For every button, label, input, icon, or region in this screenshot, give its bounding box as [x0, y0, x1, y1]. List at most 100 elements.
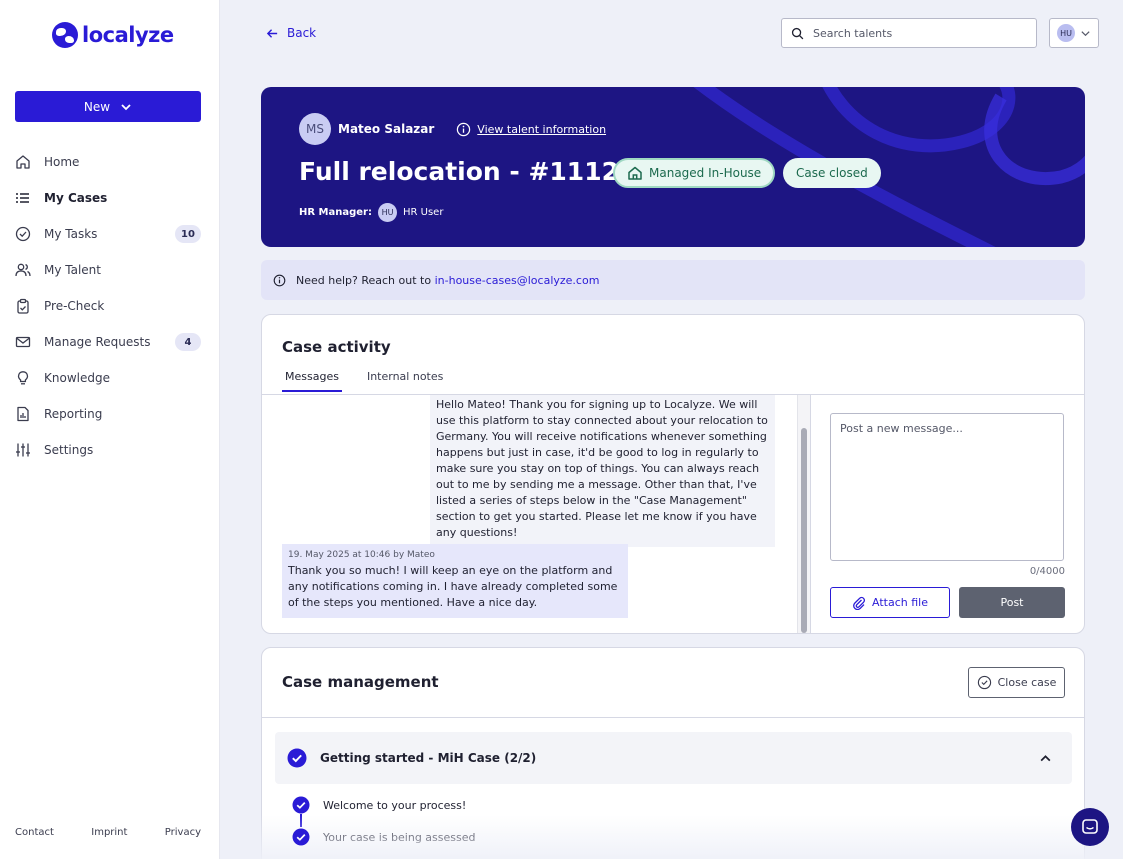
- step-label: Your case is being assessed: [323, 830, 476, 844]
- divider: [262, 717, 1084, 718]
- check-filled-icon: [292, 796, 310, 814]
- managed-badge-label: Managed In-House: [649, 166, 762, 180]
- info-icon: [457, 122, 471, 136]
- page-title: Full relocation - #11124: [299, 157, 637, 186]
- sidebar-item-label: My Talent: [44, 263, 101, 277]
- hr-manager-row: HR Manager: HU HR User: [299, 203, 443, 222]
- help-text: Need help? Reach out to: [296, 273, 432, 287]
- sidebar-item-settings[interactable]: Settings: [15, 432, 201, 468]
- talent-row: MS Mateo Salazar View talent information: [299, 113, 606, 145]
- status-badge: Case closed: [783, 158, 881, 188]
- step-item[interactable]: Your case is being assessed: [292, 821, 476, 853]
- attach-file-button[interactable]: Attach file: [830, 587, 950, 618]
- back-label: Back: [287, 26, 317, 40]
- case-management-panel: Case management Close case Getting start…: [261, 647, 1085, 859]
- sidebar-item-label: Knowledge: [44, 371, 110, 385]
- close-case-button[interactable]: Close case: [968, 667, 1065, 698]
- arrow-left-icon: [266, 28, 278, 38]
- imprint-link[interactable]: Imprint: [91, 827, 127, 838]
- mail-icon: [15, 336, 31, 348]
- hr-manager-name: HR User: [403, 207, 444, 218]
- sidebar-item-knowledge[interactable]: Knowledge: [15, 360, 201, 396]
- help-email-link[interactable]: in-house-cases@localyze.com: [435, 274, 600, 287]
- paperclip-icon: [853, 596, 866, 610]
- search-input[interactable]: [813, 26, 1023, 40]
- support-chat-button[interactable]: [1071, 808, 1109, 846]
- divider: [810, 395, 811, 633]
- house-icon: [628, 166, 642, 180]
- attach-file-label: Attach file: [872, 596, 928, 609]
- sidebar-item-my-cases[interactable]: My Cases: [15, 180, 201, 216]
- sidebar-item-label: Pre-Check: [44, 299, 105, 313]
- sidebar-item-pre-check[interactable]: Pre-Check: [15, 288, 201, 324]
- case-management-title: Case management: [282, 673, 439, 691]
- sidebar-item-label: Reporting: [44, 407, 103, 421]
- tasks-count-badge: 10: [175, 225, 201, 243]
- activity-tabs: Messages Internal notes: [282, 370, 446, 392]
- requests-count-badge: 4: [175, 333, 201, 351]
- tab-internal-notes[interactable]: Internal notes: [364, 370, 446, 392]
- message-outgoing: Hello Mateo! Thank you for signing up to…: [430, 395, 775, 547]
- privacy-link[interactable]: Privacy: [165, 827, 201, 838]
- step-label: Welcome to your process!: [323, 798, 467, 812]
- message-text: Thank you so much! I will keep an eye on…: [288, 564, 618, 609]
- back-link[interactable]: Back: [266, 26, 316, 40]
- check-circle-icon: [15, 226, 31, 242]
- new-message-input[interactable]: [830, 413, 1064, 561]
- new-button[interactable]: New: [15, 91, 201, 122]
- talent-name: Mateo Salazar: [338, 122, 435, 136]
- message-meta: 19. May 2025 at 10:46 by Mateo: [288, 550, 435, 560]
- contact-link[interactable]: Contact: [15, 827, 54, 838]
- messages-scrollbar[interactable]: [797, 395, 810, 633]
- sidebar-item-my-tasks[interactable]: My Tasks 10: [15, 216, 201, 252]
- getting-started-accordion[interactable]: Getting started - MiH Case (2/2): [275, 732, 1072, 784]
- sidebar-item-label: Manage Requests: [44, 335, 151, 349]
- step-item[interactable]: Welcome to your process!: [292, 789, 476, 827]
- hr-manager-label: HR Manager:: [299, 207, 372, 218]
- accordion-title: Getting started - MiH Case (2/2): [320, 751, 537, 765]
- search-box: [781, 18, 1037, 48]
- talent-avatar: MS: [299, 113, 331, 145]
- close-case-label: Close case: [997, 676, 1057, 689]
- hr-avatar: HU: [378, 203, 397, 222]
- chevron-down-icon: [1081, 30, 1090, 36]
- sidebar-item-label: My Tasks: [44, 227, 98, 241]
- lightbulb-icon: [17, 371, 29, 385]
- logo-text: localyze: [82, 23, 174, 47]
- search-icon: [791, 27, 804, 39]
- globe-logo-icon: [52, 22, 78, 48]
- message-incoming: 19. May 2025 at 10:46 by Mateo Thank you…: [282, 544, 628, 618]
- managed-badge: Managed In-House: [613, 158, 776, 188]
- post-button[interactable]: Post: [959, 587, 1065, 618]
- home-icon: [16, 155, 30, 169]
- sidebar-footer: Contact Imprint Privacy: [15, 827, 201, 838]
- tab-messages[interactable]: Messages: [282, 370, 342, 392]
- chat-icon: [1082, 819, 1098, 834]
- sidebar-nav: Home My Cases My Tasks 10 My Talent Pre-…: [15, 144, 201, 468]
- help-banner: Need help? Reach out to in-house-cases@l…: [261, 260, 1085, 300]
- sidebar: localyze New Home My Cases My Tasks 10 M…: [0, 0, 220, 859]
- view-talent-link[interactable]: View talent information: [456, 122, 606, 137]
- message-text: Hello Mateo! Thank you for signing up to…: [436, 398, 768, 539]
- sidebar-item-my-talent[interactable]: My Talent: [15, 252, 201, 288]
- clipboard-icon: [17, 298, 29, 314]
- view-talent-label: View talent information: [477, 122, 607, 136]
- user-avatar: HU: [1057, 24, 1075, 42]
- scrollbar-thumb[interactable]: [801, 428, 807, 633]
- check-filled-icon: [287, 748, 307, 768]
- localyze-logo[interactable]: localyze: [52, 22, 174, 48]
- sidebar-item-home[interactable]: Home: [15, 144, 201, 180]
- sidebar-item-reporting[interactable]: Reporting: [15, 396, 201, 432]
- list-icon: [16, 193, 29, 203]
- check-filled-icon: [292, 828, 310, 846]
- user-menu[interactable]: HU: [1049, 18, 1099, 48]
- users-icon: [15, 263, 31, 277]
- sidebar-item-manage-requests[interactable]: Manage Requests 4: [15, 324, 201, 360]
- case-activity-panel: Case activity Messages Internal notes He…: [261, 314, 1085, 634]
- new-button-label: New: [83, 99, 111, 114]
- sidebar-item-label: Settings: [44, 443, 94, 457]
- info-icon: [273, 274, 286, 286]
- chevron-up-icon: [1040, 755, 1051, 762]
- check-circle-icon: [977, 675, 991, 690]
- sidebar-item-label: My Cases: [44, 191, 108, 205]
